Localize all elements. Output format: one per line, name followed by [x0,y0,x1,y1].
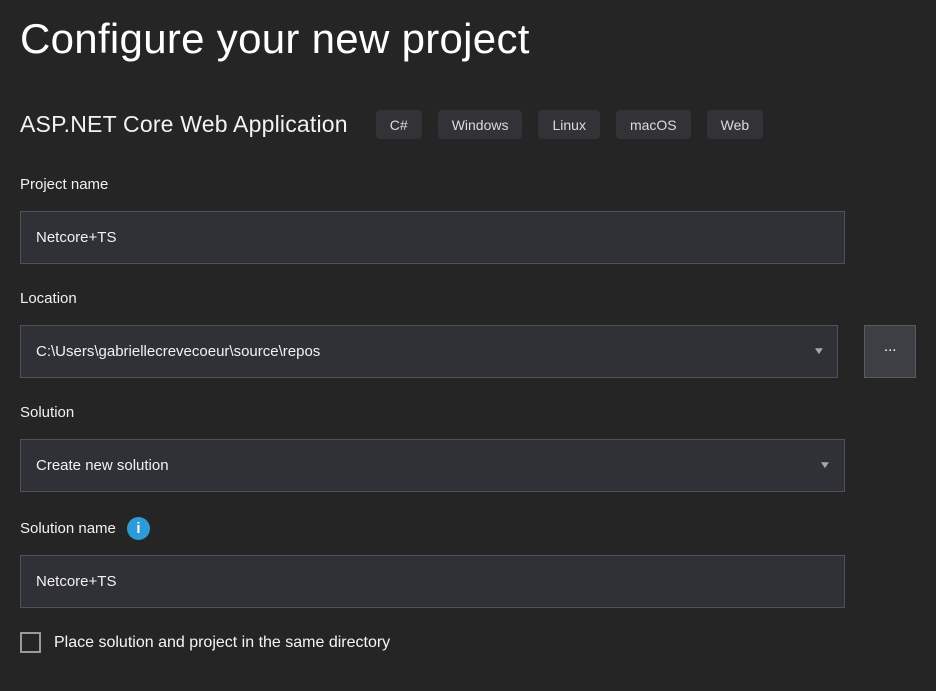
solution-combobox[interactable]: Create new solution ▼ [20,439,845,492]
chevron-down-icon: ▼ [812,347,825,357]
same-directory-checkbox[interactable] [20,632,41,653]
tag-csharp[interactable]: C# [376,110,422,139]
info-icon[interactable]: i [127,517,150,540]
template-info-row: ASP.NET Core Web Application C# Windows … [20,110,916,139]
location-combobox[interactable]: C:\Users\gabriellecrevecoeur\source\repo… [20,325,838,378]
solution-name-label: Solution name [20,520,116,538]
project-name-field: Project name [20,176,916,264]
same-directory-row: Place solution and project in the same d… [20,632,916,653]
location-value: C:\Users\gabriellecrevecoeur\source\repo… [36,343,814,360]
solution-name-field: Solution name i [20,517,916,608]
project-name-input[interactable] [20,211,845,264]
solution-value: Create new solution [36,457,820,474]
tag-windows[interactable]: Windows [438,110,523,139]
template-name: ASP.NET Core Web Application [20,111,348,138]
chevron-down-icon: ▼ [818,461,831,471]
tag-macos[interactable]: macOS [616,110,691,139]
solution-name-input[interactable] [20,555,845,608]
location-field: Location C:\Users\gabriellecrevecoeur\so… [20,290,916,378]
solution-label: Solution [20,404,916,422]
tag-web[interactable]: Web [707,110,764,139]
template-tags: C# Windows Linux macOS Web [376,110,763,139]
browse-location-button[interactable]: ... [864,325,916,378]
location-label: Location [20,290,916,308]
solution-field: Solution Create new solution ▼ [20,404,916,492]
configure-project-dialog: Configure your new project ASP.NET Core … [0,0,936,653]
project-name-label: Project name [20,176,916,194]
same-directory-label: Place solution and project in the same d… [54,634,390,652]
page-title: Configure your new project [20,10,916,68]
tag-linux[interactable]: Linux [538,110,599,139]
